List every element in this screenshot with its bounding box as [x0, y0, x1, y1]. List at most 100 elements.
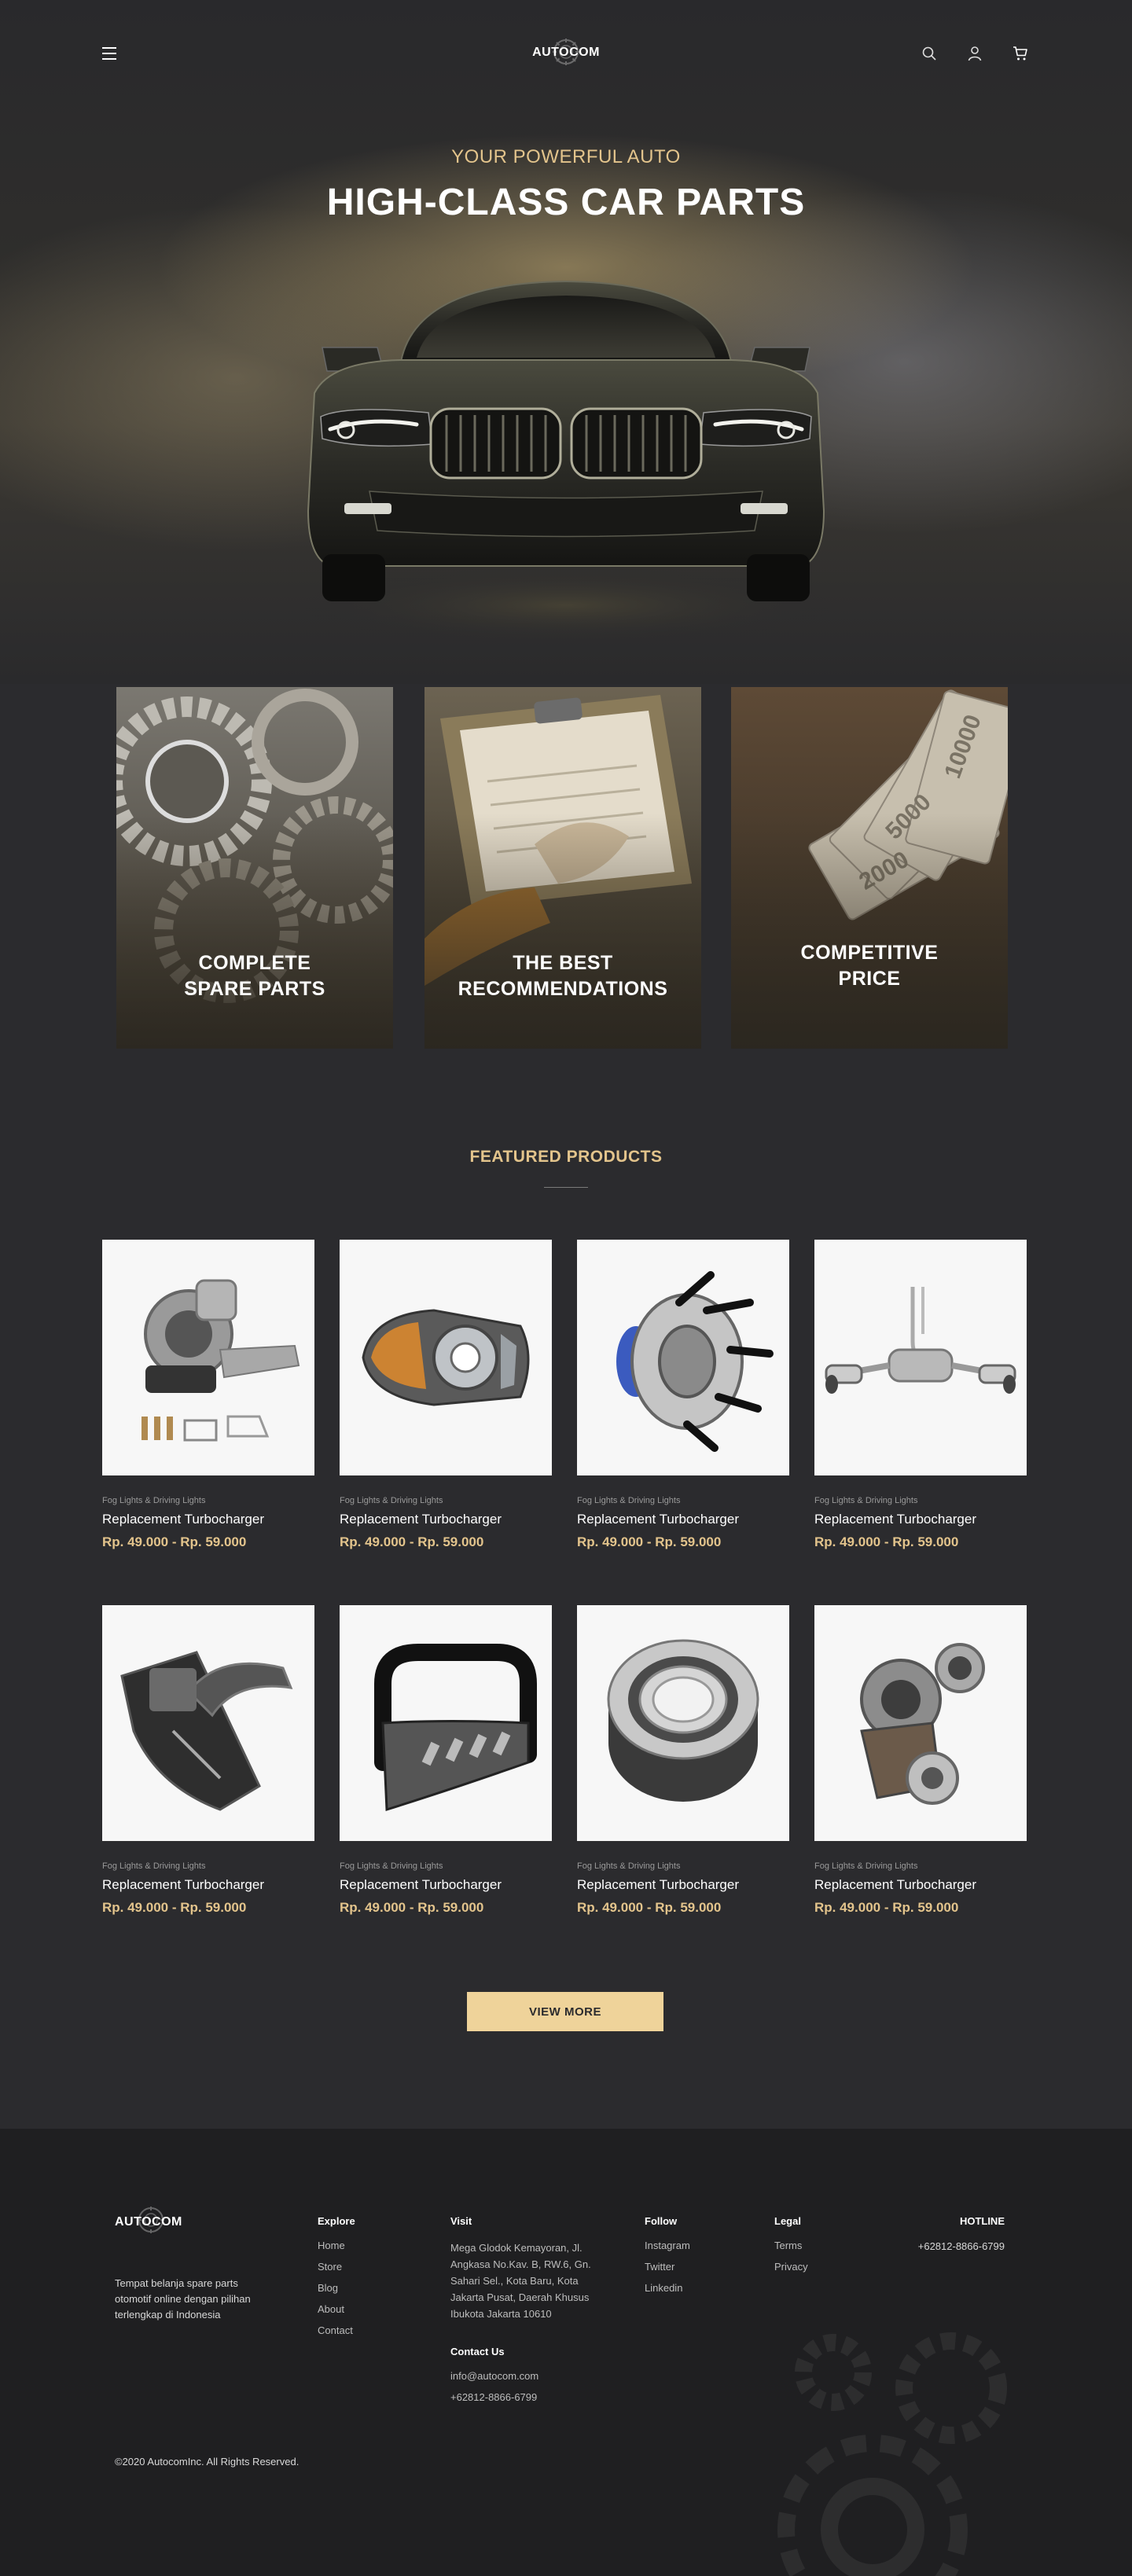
feature-title-line: THE BEST [513, 952, 613, 974]
search-icon[interactable] [920, 44, 939, 63]
footer-column-title: Contact Us [450, 2346, 505, 2357]
footer-column-title: HOTLINE [959, 2215, 1005, 2227]
footer-link-terms[interactable]: Terms [774, 2240, 808, 2251]
product-name[interactable]: Replacement Turbocharger [814, 1512, 1027, 1527]
product-category: Fog Lights & Driving Lights [814, 1861, 918, 1871]
product-price: Rp. 49.000 - Rp. 59.000 [340, 1534, 484, 1549]
product-category: Fog Lights & Driving Lights [102, 1861, 206, 1871]
footer-link-instagram[interactable]: Instagram [645, 2240, 690, 2251]
product-price: Rp. 49.000 - Rp. 59.000 [814, 1900, 959, 1915]
site-logo[interactable]: AUTOCOM [528, 38, 604, 69]
product-category: Fog Lights & Driving Lights [814, 1496, 918, 1505]
site-footer: AUTOCOM Tempat belanja spare parts otomo… [0, 2129, 1132, 2576]
footer-link-store[interactable]: Store [318, 2261, 355, 2273]
product-card[interactable]: Fog Lights & Driving Lights Replacement … [340, 1605, 552, 1935]
gears-decoration-icon [777, 2332, 1007, 2576]
product-category: Fog Lights & Driving Lights [577, 1861, 681, 1871]
footer-column-title: Explore [318, 2215, 355, 2227]
user-icon[interactable] [965, 44, 984, 63]
footer-email[interactable]: info@autocom.com [450, 2370, 608, 2382]
product-card[interactable]: Fog Lights & Driving Lights Replacement … [102, 1605, 314, 1935]
feature-title-line: COMPETITIVE [800, 942, 939, 964]
product-category: Fog Lights & Driving Lights [340, 1861, 443, 1871]
product-category: Fog Lights & Driving Lights [102, 1496, 206, 1505]
footer-link-blog[interactable]: Blog [318, 2282, 355, 2294]
hero-title: HIGH-CLASS CAR PARTS [326, 182, 806, 223]
footer-phone[interactable]: +62812-8866-6799 [450, 2391, 608, 2403]
product-price: Rp. 49.000 - Rp. 59.000 [814, 1534, 959, 1549]
product-name[interactable]: Replacement Turbocharger [340, 1877, 552, 1893]
product-image-exhaust-system [814, 1240, 1027, 1475]
feature-title: COMPLETE SPARE PARTS [116, 950, 393, 1002]
footer-explore: Explore Home Store Blog About Contact [318, 2215, 355, 2346]
product-name[interactable]: Replacement Turbocharger [340, 1512, 552, 1527]
feature-cards: COMPLETE SPARE PARTS THE BEST RECOMMENDA… [0, 687, 1132, 1049]
product-name[interactable]: Replacement Turbocharger [814, 1877, 1027, 1893]
product-image-turbocharger [814, 1605, 1027, 1841]
product-category: Fog Lights & Driving Lights [577, 1496, 681, 1505]
product-image-turbocharger-kit [102, 1240, 314, 1475]
view-more-button[interactable]: VIEW MORE [467, 1992, 663, 2031]
hamburger-icon[interactable] [102, 47, 116, 60]
footer-address: Mega Glodok Kemayoran, Jl. Angkasa No.Ka… [450, 2242, 591, 2320]
feature-title-line: COMPLETE [198, 952, 311, 974]
featured-products-title: FEATURED PRODUCTS [469, 1148, 663, 1166]
feature-card-recommendations[interactable]: THE BEST RECOMMENDATIONS [424, 687, 701, 1049]
product-image-bull-bar [340, 1605, 552, 1841]
product-price: Rp. 49.000 - Rp. 59.000 [102, 1900, 247, 1915]
footer-link-linkedin[interactable]: Linkedin [645, 2282, 690, 2294]
product-price: Rp. 49.000 - Rp. 59.000 [577, 1900, 722, 1915]
product-price: Rp. 49.000 - Rp. 59.000 [102, 1534, 247, 1549]
feature-card-price[interactable]: 2000 5000 10000 COMPETITIVE PRICE [731, 687, 1008, 1049]
footer-link-twitter[interactable]: Twitter [645, 2261, 690, 2273]
product-image-wheel-bearing [577, 1605, 789, 1841]
product-card[interactable]: Fog Lights & Driving Lights Replacement … [814, 1605, 1027, 1935]
product-category: Fog Lights & Driving Lights [340, 1496, 443, 1505]
feature-title: THE BEST RECOMMENDATIONS [424, 950, 701, 1002]
footer-logo[interactable]: AUTOCOM [115, 2206, 201, 2237]
hero-subtitle: YOUR POWERFUL AUTO [451, 146, 681, 167]
footer-column-title: Legal [774, 2215, 801, 2227]
feature-title-line: RECOMMENDATIONS [458, 978, 668, 1000]
feature-card-spare-parts[interactable]: COMPLETE SPARE PARTS [116, 687, 393, 1049]
product-card[interactable]: Fog Lights & Driving Lights Replacement … [340, 1240, 552, 1570]
product-name[interactable]: Replacement Turbocharger [577, 1877, 789, 1893]
section-divider [544, 1187, 588, 1188]
cart-icon[interactable] [1011, 44, 1030, 63]
product-image-wheel-hub [577, 1240, 789, 1475]
footer-link-home[interactable]: Home [318, 2240, 355, 2251]
feature-title-line: PRICE [838, 968, 901, 990]
hotline-number[interactable]: +62812-8866-6799 [918, 2240, 1005, 2252]
footer-link-privacy[interactable]: Privacy [774, 2261, 808, 2273]
hero-car-image [299, 280, 833, 645]
product-card[interactable]: Fog Lights & Driving Lights Replacement … [577, 1240, 789, 1570]
product-name[interactable]: Replacement Turbocharger [577, 1512, 789, 1527]
nav-icon-group [920, 44, 1030, 63]
footer-column-title: Visit [450, 2215, 472, 2227]
footer-follow: Follow Instagram Twitter Linkedin [645, 2215, 690, 2303]
product-card[interactable]: Fog Lights & Driving Lights Replacement … [577, 1605, 789, 1935]
product-card[interactable]: Fog Lights & Driving Lights Replacement … [102, 1240, 314, 1570]
footer-tagline: Tempat belanja spare parts otomotif onli… [115, 2277, 251, 2321]
footer-column-title: Follow [645, 2215, 678, 2227]
product-card[interactable]: Fog Lights & Driving Lights Replacement … [814, 1240, 1027, 1570]
product-price: Rp. 49.000 - Rp. 59.000 [340, 1900, 484, 1915]
logo-text: AUTOCOM [532, 46, 600, 59]
feature-title: COMPETITIVE PRICE [731, 940, 1008, 992]
product-name[interactable]: Replacement Turbocharger [102, 1512, 314, 1527]
product-price: Rp. 49.000 - Rp. 59.000 [577, 1534, 722, 1549]
footer-visit: Visit Mega Glodok Kemayoran, Jl. Angkasa… [450, 2215, 608, 2412]
product-image-air-intake [102, 1605, 314, 1841]
footer-link-about[interactable]: About [318, 2303, 355, 2315]
hero-section: AUTOCOM YOUR POWERFUL AUTO HIGH-CLASS CA… [0, 0, 1132, 684]
feature-title-line: SPARE PARTS [184, 978, 325, 1000]
footer-logo-text: AUTOCOM [115, 2215, 182, 2229]
money-image: 2000 5000 10000 [731, 687, 1008, 1049]
copyright-text: ©2020 AutocomInc. All Rights Reserved. [115, 2456, 300, 2468]
top-navigation: AUTOCOM [0, 38, 1132, 69]
product-image-headlight [340, 1240, 552, 1475]
product-name[interactable]: Replacement Turbocharger [102, 1877, 314, 1893]
footer-hotline: HOTLINE +62812-8866-6799 [918, 2215, 1005, 2254]
footer-link-contact[interactable]: Contact [318, 2324, 355, 2336]
footer-legal: Legal Terms Privacy [774, 2215, 808, 2282]
